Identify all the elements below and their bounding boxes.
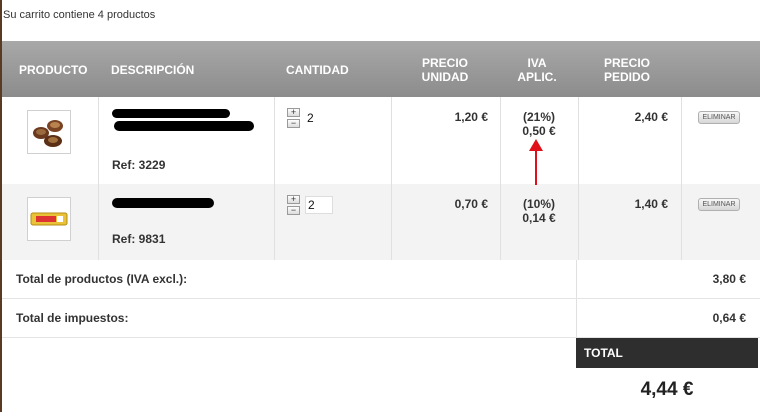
column-header-iva: IVA APLIC. [507,56,567,84]
increase-quantity-button[interactable]: + [287,108,300,117]
cart-item-row: Ref: 3229 + − 2 1,20 € (21%) 0,50 € 2,40… [2,97,760,185]
total-taxes-label: Total de impuestos: [16,311,129,325]
cart-item-row: Ref: 9831 + − 0,70 € (10%) 0,14 € 1,40 €… [2,184,760,261]
total-taxes-row: Total de impuestos: 0,64 € [2,299,760,338]
quantity-field[interactable] [305,196,333,214]
product-ref: Ref: 3229 [112,158,166,172]
total-products-label: Total de productos (IVA excl.): [16,272,188,286]
iva-rate: (21%) [522,110,555,124]
quantity-input[interactable] [305,196,333,214]
unit-price: 0,70 € [454,197,488,211]
iva-amount: 0,14 € [522,211,556,225]
total-products-row: Total de productos (IVA excl.): 3,80 € [2,260,760,299]
chocolate-bonbons-image[interactable] [27,110,71,154]
cart-summary-text: Su carrito contiene 4 productos [3,9,156,21]
column-header-producto: PRODUCTO [19,63,88,77]
redacted-product-description [114,121,254,131]
increase-quantity-button[interactable]: + [287,195,300,204]
unit-price: 1,20 € [454,110,488,124]
delete-item-button[interactable]: ELIMINAR [698,111,740,124]
column-header-precio-pedido-line2: PEDIDO [603,70,650,84]
column-header-descripcion: DESCRIPCIÓN [111,63,195,77]
column-header-iva-line1: IVA [527,56,547,70]
column-header-precio-unidad-line2: UNIDAD [421,70,469,84]
iva-rate: (10%) [522,197,555,211]
column-header-iva-line2: APLIC. [517,70,557,84]
product-ref: Ref: 9831 [112,232,166,246]
redacted-product-name [112,109,230,118]
decrease-quantity-button[interactable]: − [287,119,300,128]
cart-table-header: PRODUCTO DESCRIPCIÓN CANTIDAD PRECIO UNI… [2,41,760,97]
line-total: 2,40 € [634,110,668,124]
line-total: 1,40 € [634,197,668,211]
redacted-product-name [112,198,214,208]
column-header-precio-pedido: PRECIO PEDIDO [596,56,658,84]
column-header-precio-unidad: PRECIO UNIDAD [414,56,476,84]
delete-item-button[interactable]: ELIMINAR [698,198,740,211]
decrease-quantity-button[interactable]: − [287,206,300,215]
column-header-cantidad: CANTIDAD [286,63,349,77]
quantity-stepper: + − [287,195,301,217]
annotation-arrow-line [535,150,537,185]
quantity-stepper: + − [287,108,301,130]
candy-wrapper-image[interactable] [27,197,71,241]
iva-amount: 0,50 € [522,124,556,138]
total-products-value: 3,80 € [712,272,746,286]
column-header-precio-pedido-line1: PRECIO [603,56,650,70]
grand-total-header: TOTAL [576,338,758,368]
quantity-value[interactable]: 2 [307,111,314,125]
grand-total-value: 4,44 € [640,379,694,400]
column-header-precio-unidad-line1: PRECIO [421,56,468,70]
total-taxes-value: 0,64 € [712,311,746,325]
grand-total-label: TOTAL [584,346,623,360]
